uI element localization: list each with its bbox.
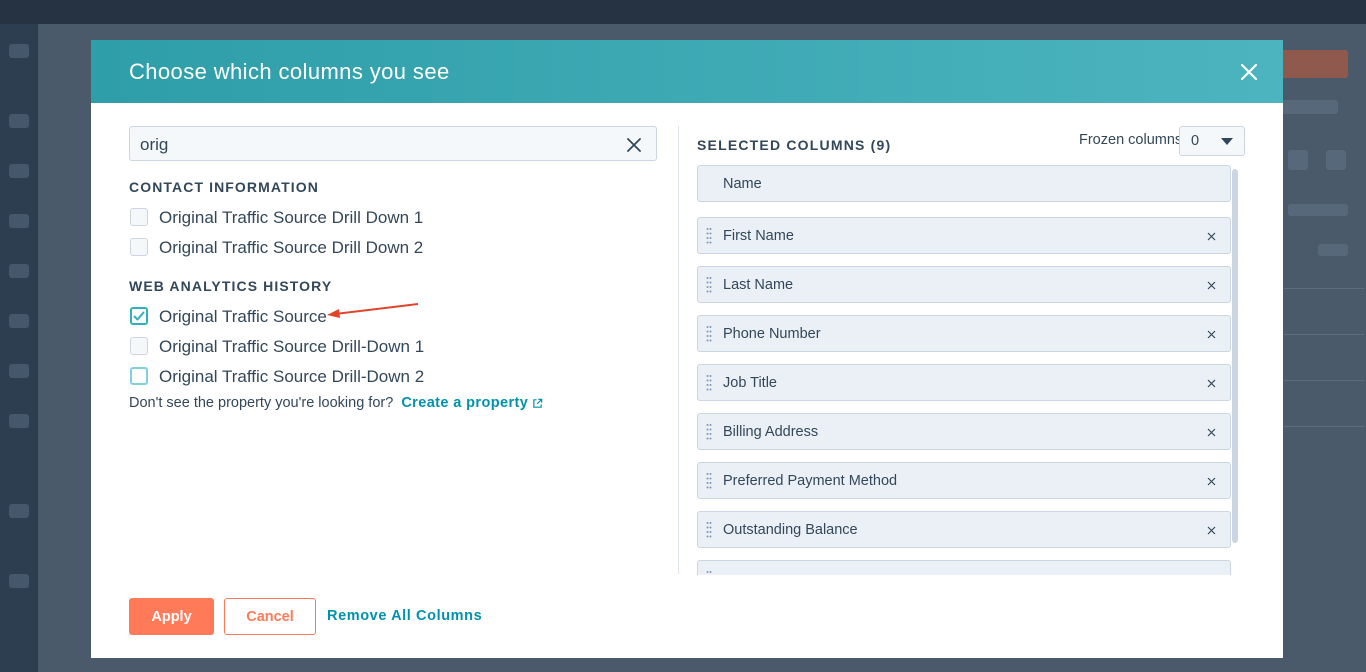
selected-column-item[interactable]: Phone Number (697, 315, 1231, 352)
property-option-label: Original Traffic Source Drill-Down 2 (159, 367, 425, 386)
close-icon[interactable] (1237, 60, 1261, 84)
remove-column-icon[interactable] (1207, 428, 1216, 437)
selected-column-label: Phone Number (723, 326, 821, 342)
nav-icon (9, 574, 29, 588)
remove-column-icon[interactable] (1207, 526, 1216, 535)
checkbox-checked[interactable] (130, 307, 148, 325)
selected-columns-heading: SELECTED COLUMNS (9) (697, 137, 892, 153)
selected-column-label: Preferred Payment Method (723, 473, 898, 489)
remove-column-icon[interactable] (1207, 330, 1216, 339)
nav-icon (9, 364, 29, 378)
property-search (129, 126, 657, 161)
bg-row-divider (1284, 334, 1364, 335)
cancel-button[interactable]: Cancel (224, 598, 316, 635)
selected-column-label: Billing Address (723, 424, 819, 440)
frozen-columns-label: Frozen columns (1079, 132, 1183, 148)
group-heading-contact-information: CONTACT INFORMATION (129, 179, 319, 195)
create-property-link[interactable]: Create a property (401, 395, 543, 411)
checkbox[interactable] (130, 208, 148, 226)
selected-column-label: First Name (723, 228, 794, 244)
bg-row-divider (1284, 380, 1364, 381)
annotation-arrow-icon (327, 303, 419, 318)
checkbox[interactable] (130, 367, 148, 385)
nav-icon (9, 414, 29, 428)
search-input[interactable] (138, 133, 612, 157)
nav-icon (9, 164, 29, 178)
nav-icon (9, 44, 29, 58)
bg-text (1288, 204, 1348, 216)
selected-column-item[interactable]: Last Name (697, 266, 1231, 303)
drag-handle-icon[interactable] (706, 472, 712, 490)
bg-row-divider (1284, 426, 1364, 427)
column-divider (678, 126, 679, 574)
property-option-label: Original Traffic Source (159, 307, 327, 326)
selected-column-item[interactable]: First Name (697, 217, 1231, 254)
app-sidebar (0, 24, 38, 672)
modal-title: Choose which columns you see (129, 59, 450, 84)
property-option-label: Original Traffic Source Drill Down 1 (159, 208, 424, 227)
remove-all-columns-button[interactable]: Remove All Columns (327, 608, 482, 624)
selected-column-item[interactable]: Outstanding Balance (697, 511, 1231, 548)
helper-question: Don't see the property you're looking fo… (129, 395, 394, 411)
checkmark-icon (133, 311, 145, 321)
selected-columns-scrollbar[interactable] (1232, 169, 1238, 543)
selected-column-label: Name (723, 176, 762, 192)
bg-icon (1288, 150, 1308, 170)
create-property-link-label: Create a property (401, 395, 529, 411)
selected-column-item-partial[interactable] (697, 560, 1231, 575)
app-top-bar (0, 0, 1366, 24)
property-option-label: Original Traffic Source Drill-Down 1 (159, 337, 425, 356)
helper-text: Don't see the property you're looking fo… (129, 395, 543, 411)
bg-text (1278, 100, 1338, 114)
drag-handle-icon[interactable] (706, 325, 712, 343)
drag-handle-icon[interactable] (706, 423, 712, 441)
apply-button[interactable]: Apply (129, 598, 214, 635)
choose-columns-modal: Choose which columns you see CONTACT INF… (91, 40, 1283, 658)
selected-column-item: Name (697, 165, 1231, 202)
selected-column-item[interactable]: Preferred Payment Method (697, 462, 1231, 499)
drag-handle-icon[interactable] (706, 374, 712, 392)
drag-handle-icon[interactable] (706, 521, 712, 539)
selected-column-item[interactable]: Job Title (697, 364, 1231, 401)
bg-text (1318, 244, 1348, 256)
selected-column-label: Last Name (723, 277, 794, 293)
remove-column-icon[interactable] (1207, 379, 1216, 388)
caret-down-icon (1221, 138, 1233, 145)
selected-column-item[interactable]: Billing Address (697, 413, 1231, 450)
nav-icon (9, 264, 29, 278)
group-heading-web-analytics-history: WEB ANALYTICS HISTORY (129, 278, 333, 294)
frozen-columns-select[interactable]: 0 (1179, 126, 1245, 156)
modal-header: Choose which columns you see (91, 40, 1283, 103)
bg-row-divider (1284, 288, 1364, 289)
external-link-icon (533, 398, 543, 408)
drag-handle-icon[interactable] (706, 570, 712, 575)
remove-column-icon[interactable] (1207, 281, 1216, 290)
nav-icon (9, 504, 29, 518)
checkbox[interactable] (130, 337, 148, 355)
checkbox[interactable] (130, 238, 148, 256)
property-option-label: Original Traffic Source Drill Down 2 (159, 238, 424, 257)
drag-handle-icon[interactable] (706, 276, 712, 294)
nav-icon (9, 314, 29, 328)
nav-icon (9, 214, 29, 228)
remove-column-icon[interactable] (1207, 477, 1216, 486)
selected-columns-list: Name First Name Last Name Phone Number J… (697, 165, 1245, 575)
selected-column-label: Outstanding Balance (723, 522, 858, 538)
bg-icon (1326, 150, 1346, 170)
frozen-columns-value: 0 (1191, 133, 1200, 149)
drag-handle-icon[interactable] (706, 227, 712, 245)
remove-column-icon[interactable] (1207, 232, 1216, 241)
clear-search-icon[interactable] (626, 137, 642, 153)
selected-column-label: Job Title (723, 375, 777, 391)
nav-icon (9, 114, 29, 128)
